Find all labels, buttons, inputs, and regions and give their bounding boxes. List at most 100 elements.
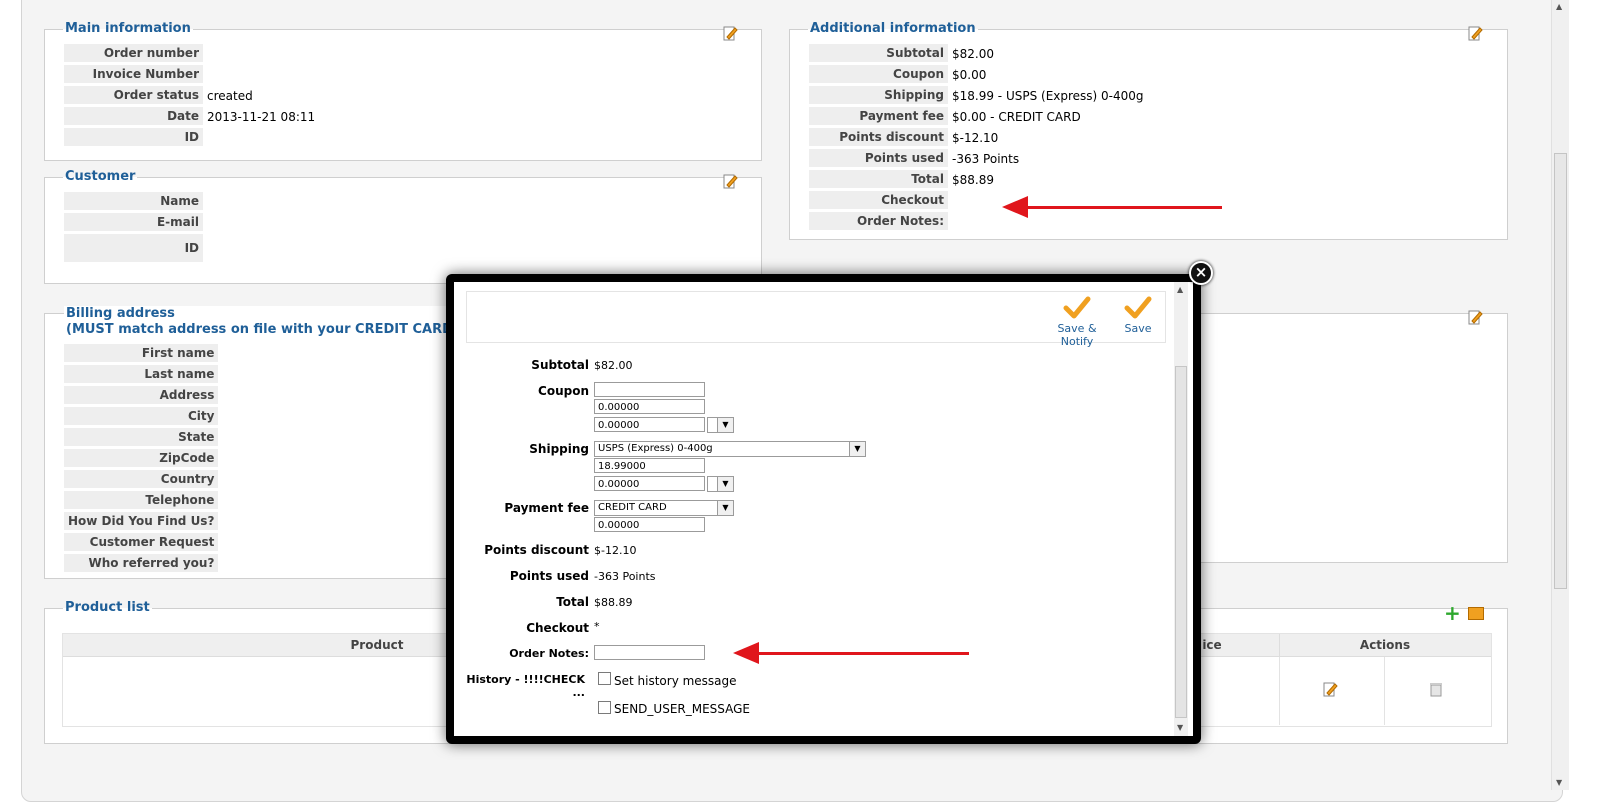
total-value: $88.89 — [594, 596, 633, 609]
additional-label: Points discount — [809, 128, 948, 147]
send-user-message-checkbox[interactable] — [598, 701, 611, 714]
billing-value — [218, 554, 226, 573]
main_info-value: 2013-11-21 08:11 — [207, 109, 316, 124]
additional-label: Payment fee — [809, 107, 948, 126]
additional-value: $0.00 - CREDIT CARD — [952, 109, 1081, 124]
payment-value-input[interactable]: 0.00000 — [594, 517, 705, 532]
edit-icon[interactable] — [1468, 26, 1483, 42]
edit-product-icon[interactable] — [1323, 682, 1338, 698]
edit-icon[interactable] — [723, 174, 738, 190]
edit-additional-modal: Save & Notify Save Subtotal $82.00 Coupo… — [454, 282, 1193, 736]
main_info-label: Invoice Number — [64, 65, 203, 84]
coupon-code-input[interactable] — [594, 382, 705, 397]
edit-icon[interactable] — [723, 26, 738, 42]
save-notify-label: Save & Notify — [1057, 322, 1097, 348]
coupon-tax-input[interactable]: 0.00000 — [594, 417, 705, 432]
points-discount-label: Points discount — [484, 543, 589, 557]
additional-value: -363 Points — [952, 151, 1020, 166]
additional-value: $0.00 — [952, 67, 987, 82]
close-icon[interactable]: × — [1189, 261, 1213, 285]
set-history-label: Set history message — [614, 674, 737, 688]
additional-label: Order Notes: — [809, 212, 948, 231]
chevron-down-icon: ▼ — [717, 477, 733, 491]
customer-title: Customer — [65, 169, 136, 184]
coupon-value-input[interactable]: 0.00000 — [594, 399, 705, 414]
main_info-label: Order number — [64, 44, 203, 63]
billing-value — [218, 449, 226, 468]
billing-address-table: First name Last name Address City State ZipCo… — [64, 342, 226, 575]
scroll-down-icon[interactable]: ▼ — [1556, 778, 1562, 787]
billing-label: How Did You Find Us? — [64, 512, 219, 531]
main_info-value: created — [207, 88, 253, 103]
billing-value — [218, 428, 226, 447]
annotation-arrow — [733, 642, 969, 664]
subtotal-label: Subtotal — [531, 358, 589, 372]
shipping-tax-select[interactable]: ▼ — [707, 476, 734, 492]
shipping-value-input[interactable]: 18.99000 — [594, 458, 705, 473]
shipping-method-value: USPS (Express) 0-400g — [598, 443, 713, 454]
billing-label: Last name — [64, 365, 219, 384]
chevron-down-icon: ▼ — [717, 418, 733, 432]
additional-value — [948, 212, 1148, 231]
history-label: History - !!!!CHECK ... — [466, 673, 585, 699]
billing-label: Address — [64, 386, 219, 405]
save-button[interactable]: Save — [1121, 296, 1155, 335]
check-icon — [1063, 296, 1091, 319]
modal-scrollbar[interactable]: ▲ ▼ — [1174, 282, 1188, 736]
billing-label: First name — [64, 344, 219, 363]
column-header-actions: Actions — [1279, 634, 1490, 656]
subtotal-value: $82.00 — [594, 359, 633, 372]
edit-icon[interactable] — [1468, 310, 1483, 326]
customer-id-label: ID — [64, 234, 203, 263]
main_info-value — [203, 44, 319, 63]
chevron-down-icon: ▼ — [717, 501, 733, 515]
coupon-tax-select[interactable]: ▼ — [707, 417, 734, 433]
shipping-tax-input[interactable]: 0.00000 — [594, 476, 705, 491]
scroll-up-icon[interactable]: ▲ — [1177, 285, 1183, 294]
product-list-title: Product list — [65, 600, 150, 615]
scroll-down-icon[interactable]: ▼ — [1177, 723, 1183, 732]
column-header-price[interactable]: ice — [1198, 634, 1226, 656]
customer-email-label: E-mail — [64, 213, 203, 232]
scroll-up-icon[interactable]: ▲ — [1556, 2, 1562, 11]
trash-icon[interactable] — [1430, 682, 1442, 697]
order-notes-label: Order Notes: — [509, 647, 589, 660]
billing-value — [218, 365, 226, 384]
payment-method-value: CREDIT CARD — [598, 502, 667, 513]
total-label: Total — [556, 595, 589, 609]
billing-label: City — [64, 407, 219, 426]
payment-fee-label: Payment fee — [504, 501, 589, 515]
send-user-message-label: SEND_USER_MESSAGE — [614, 702, 751, 716]
folder-icon[interactable] — [1468, 607, 1484, 620]
set-history-checkbox[interactable] — [598, 672, 611, 685]
payment-method-select[interactable]: CREDIT CARD ▼ — [594, 500, 734, 516]
shipping-method-select[interactable]: USPS (Express) 0-400g ▼ — [594, 441, 866, 457]
billing-value — [218, 512, 226, 531]
main-information-title: Main information — [65, 21, 191, 36]
main_info-label: Date — [64, 107, 203, 126]
billing-value — [218, 344, 226, 363]
billing-value — [218, 407, 226, 426]
main_info-label: Order status — [64, 86, 203, 105]
billing-title-line1: Billing address — [66, 306, 175, 321]
additional-label: Coupon — [809, 65, 948, 84]
customer-name-label: Name — [64, 192, 203, 211]
billing-label: Telephone — [64, 491, 219, 510]
additional-information-table: Subtotal $82.00 Coupon $0.00 Shipping $18.99 … — [809, 42, 1148, 233]
main_info-value — [203, 65, 319, 84]
billing-value — [218, 470, 226, 489]
page-scrollbar[interactable]: ▲ ▼ — [1551, 0, 1569, 790]
customer-table: Name E-mail ID — [64, 190, 211, 265]
modal-scrollbar-thumb[interactable] — [1175, 366, 1187, 718]
shipping-label: Shipping — [529, 442, 589, 456]
additional-label: Points used — [809, 149, 948, 168]
billing-label: State — [64, 428, 219, 447]
save-notify-button[interactable]: Save & Notify — [1043, 296, 1111, 348]
additional-information-title: Additional information — [810, 21, 976, 36]
add-product-icon[interactable]: + — [1444, 603, 1461, 623]
points-used-value: -363 Points — [594, 570, 656, 583]
order-notes-input[interactable] — [594, 645, 705, 660]
main_info-label: ID — [64, 128, 203, 147]
page-scrollbar-thumb[interactable] — [1554, 153, 1567, 589]
check-icon — [1124, 296, 1152, 319]
